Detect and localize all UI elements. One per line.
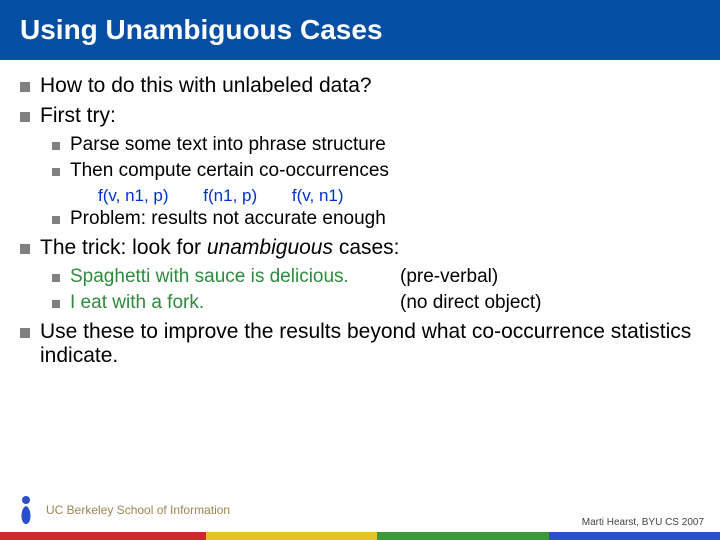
bullet-text: Then compute certain co-occurrences: [70, 160, 389, 182]
bullet-icon: [52, 300, 60, 308]
school-name: UC Berkeley School of Information: [46, 503, 230, 517]
bullet-icon: [52, 168, 60, 176]
bullet-text: First try:: [40, 104, 116, 128]
slide-title: Using Unambiguous Cases: [0, 0, 720, 60]
bullet-text: Problem: results not accurate enough: [70, 208, 386, 230]
bullet-icon: [52, 142, 60, 150]
bullet-icon: [20, 112, 30, 122]
color-bar: [0, 532, 720, 540]
example-text: Spaghetti with sauce is delicious. (pre-…: [70, 266, 630, 288]
ischool-logo-icon: [14, 494, 38, 526]
bullet-icon: [20, 82, 30, 92]
bullet-text: How to do this with unlabeled data?: [40, 74, 372, 98]
bullet-text: Parse some text into phrase structure: [70, 134, 386, 156]
bullet-icon: [52, 216, 60, 224]
formula-row: f(v, n1, p) f(n1, p) f(v, n1): [98, 186, 700, 206]
formula: f(v, n1): [292, 186, 344, 205]
slide-body: How to do this with unlabeled data? Firs…: [0, 60, 720, 368]
bullet-text: Use these to improve the results beyond …: [40, 320, 700, 368]
formula: f(v, n1, p): [98, 186, 169, 205]
formula: f(n1, p): [203, 186, 257, 205]
credit-text: Marti Hearst, BYU CS 2007: [582, 517, 704, 528]
bullet-icon: [20, 244, 30, 254]
example-text: I eat with a fork. (no direct object): [70, 292, 630, 314]
bullet-icon: [52, 274, 60, 282]
bullet-text: The trick: look for unambiguous cases:: [40, 236, 400, 260]
slide-footer: UC Berkeley School of Information Marti …: [0, 494, 720, 540]
bullet-icon: [20, 328, 30, 338]
